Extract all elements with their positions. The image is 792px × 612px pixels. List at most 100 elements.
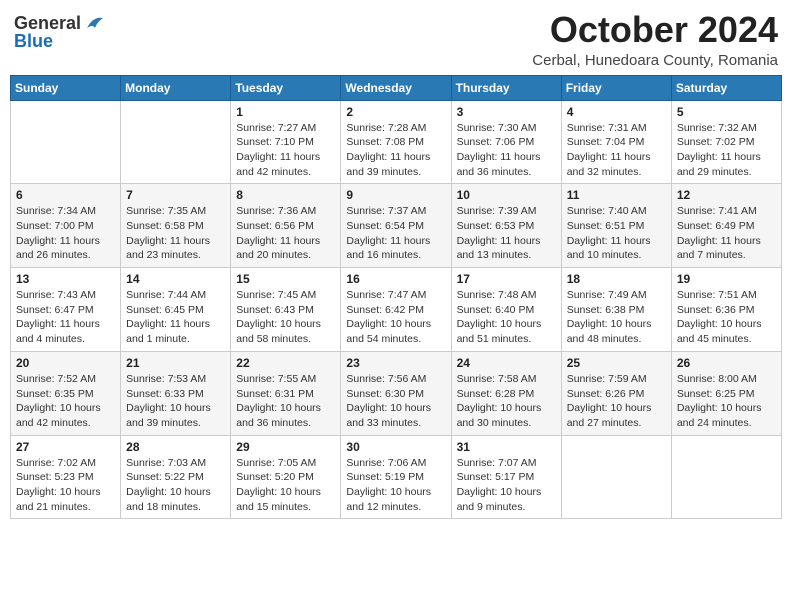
day-number: 6 bbox=[16, 188, 115, 202]
day-number: 5 bbox=[677, 105, 776, 119]
calendar-cell: 27Sunrise: 7:02 AM Sunset: 5:23 PM Dayli… bbox=[11, 435, 121, 519]
day-number: 14 bbox=[126, 272, 225, 286]
calendar-cell: 20 Sunrise: 7:52 AM Sunset: 6:35 PM Dayli… bbox=[11, 351, 121, 435]
day-info: Sunrise: 7:06 AM Sunset: 5:19 PM Dayligh… bbox=[346, 456, 445, 515]
day-number: 8 bbox=[236, 188, 335, 202]
calendar-cell: 21 Sunrise: 7:53 AM Sunset: 6:33 PM Dayli… bbox=[121, 351, 231, 435]
day-number: 19 bbox=[677, 272, 776, 286]
page-header: General Blue October 2024 Cerbal, Hunedo… bbox=[10, 10, 782, 69]
calendar-week-row: 13 Sunrise: 7:43 AM Sunset: 6:47 PM Dayli… bbox=[11, 268, 782, 352]
day-number: 30 bbox=[346, 440, 445, 454]
calendar-cell: 24Sunrise: 7:58 AM Sunset: 6:28 PM Dayli… bbox=[451, 351, 561, 435]
calendar-cell: 4Sunrise: 7:31 AM Sunset: 7:04 PM Daylig… bbox=[561, 100, 671, 184]
day-info: Sunrise: 7:51 AM Sunset: 6:36 PM Dayligh… bbox=[677, 288, 776, 347]
day-info: Sunrise: 7:03 AM Sunset: 5:22 PM Dayligh… bbox=[126, 456, 225, 515]
day-number: 12 bbox=[677, 188, 776, 202]
day-number: 16 bbox=[346, 272, 445, 286]
weekday-header-friday: Friday bbox=[561, 75, 671, 100]
day-number: 15 bbox=[236, 272, 335, 286]
day-number: 20 bbox=[16, 356, 115, 370]
month-title: October 2024 bbox=[532, 10, 778, 50]
calendar-cell: 30 Sunrise: 7:06 AM Sunset: 5:19 PM Dayli… bbox=[341, 435, 451, 519]
calendar-header-row: SundayMondayTuesdayWednesdayThursdayFrid… bbox=[11, 75, 782, 100]
weekday-header-saturday: Saturday bbox=[671, 75, 781, 100]
day-info: Sunrise: 7:27 AM Sunset: 7:10 PM Dayligh… bbox=[236, 121, 335, 180]
day-number: 11 bbox=[567, 188, 666, 202]
day-info: Sunrise: 7:53 AM Sunset: 6:33 PM Dayligh… bbox=[126, 372, 225, 431]
day-info: Sunrise: 7:44 AM Sunset: 6:45 PM Dayligh… bbox=[126, 288, 225, 347]
day-info: Sunrise: 8:00 AM Sunset: 6:25 PM Dayligh… bbox=[677, 372, 776, 431]
day-number: 23 bbox=[346, 356, 445, 370]
weekday-header-monday: Monday bbox=[121, 75, 231, 100]
calendar-cell: 10 Sunrise: 7:39 AM Sunset: 6:53 PM Dayli… bbox=[451, 184, 561, 268]
calendar-cell: 23 Sunrise: 7:56 AM Sunset: 6:30 PM Dayli… bbox=[341, 351, 451, 435]
calendar-cell: 6 Sunrise: 7:34 AM Sunset: 7:00 PM Daylig… bbox=[11, 184, 121, 268]
calendar-cell: 3Sunrise: 7:30 AM Sunset: 7:06 PM Daylig… bbox=[451, 100, 561, 184]
calendar-cell: 18Sunrise: 7:49 AM Sunset: 6:38 PM Dayli… bbox=[561, 268, 671, 352]
logo-general-text: General bbox=[14, 14, 81, 32]
logo: General Blue bbox=[14, 14, 105, 50]
calendar-cell: 2 Sunrise: 7:28 AM Sunset: 7:08 PM Daylig… bbox=[341, 100, 451, 184]
day-info: Sunrise: 7:55 AM Sunset: 6:31 PM Dayligh… bbox=[236, 372, 335, 431]
calendar-week-row: 27Sunrise: 7:02 AM Sunset: 5:23 PM Dayli… bbox=[11, 435, 782, 519]
day-info: Sunrise: 7:34 AM Sunset: 7:00 PM Dayligh… bbox=[16, 204, 115, 263]
calendar-cell: 28 Sunrise: 7:03 AM Sunset: 5:22 PM Dayli… bbox=[121, 435, 231, 519]
calendar-cell: 29Sunrise: 7:05 AM Sunset: 5:20 PM Dayli… bbox=[231, 435, 341, 519]
calendar-cell: 25 Sunrise: 7:59 AM Sunset: 6:26 PM Dayli… bbox=[561, 351, 671, 435]
day-info: Sunrise: 7:49 AM Sunset: 6:38 PM Dayligh… bbox=[567, 288, 666, 347]
weekday-header-tuesday: Tuesday bbox=[231, 75, 341, 100]
day-info: Sunrise: 7:47 AM Sunset: 6:42 PM Dayligh… bbox=[346, 288, 445, 347]
day-number: 9 bbox=[346, 188, 445, 202]
day-info: Sunrise: 7:28 AM Sunset: 7:08 PM Dayligh… bbox=[346, 121, 445, 180]
day-info: Sunrise: 7:39 AM Sunset: 6:53 PM Dayligh… bbox=[457, 204, 556, 263]
calendar-cell: 5 Sunrise: 7:32 AM Sunset: 7:02 PM Daylig… bbox=[671, 100, 781, 184]
day-number: 21 bbox=[126, 356, 225, 370]
calendar-cell: 31Sunrise: 7:07 AM Sunset: 5:17 PM Dayli… bbox=[451, 435, 561, 519]
day-info: Sunrise: 7:59 AM Sunset: 6:26 PM Dayligh… bbox=[567, 372, 666, 431]
day-info: Sunrise: 7:40 AM Sunset: 6:51 PM Dayligh… bbox=[567, 204, 666, 263]
day-number: 28 bbox=[126, 440, 225, 454]
day-number: 2 bbox=[346, 105, 445, 119]
day-number: 25 bbox=[567, 356, 666, 370]
calendar-cell: 15Sunrise: 7:45 AM Sunset: 6:43 PM Dayli… bbox=[231, 268, 341, 352]
day-info: Sunrise: 7:37 AM Sunset: 6:54 PM Dayligh… bbox=[346, 204, 445, 263]
day-info: Sunrise: 7:35 AM Sunset: 6:58 PM Dayligh… bbox=[126, 204, 225, 263]
calendar-cell: 22Sunrise: 7:55 AM Sunset: 6:31 PM Dayli… bbox=[231, 351, 341, 435]
day-info: Sunrise: 7:52 AM Sunset: 6:35 PM Dayligh… bbox=[16, 372, 115, 431]
location-subtitle: Cerbal, Hunedoara County, Romania bbox=[532, 52, 778, 69]
calendar-cell bbox=[671, 435, 781, 519]
weekday-header-sunday: Sunday bbox=[11, 75, 121, 100]
logo-blue-text: Blue bbox=[14, 32, 53, 50]
calendar-cell: 8 Sunrise: 7:36 AM Sunset: 6:56 PM Daylig… bbox=[231, 184, 341, 268]
day-number: 1 bbox=[236, 105, 335, 119]
calendar-cell: 14 Sunrise: 7:44 AM Sunset: 6:45 PM Dayli… bbox=[121, 268, 231, 352]
title-block: October 2024 Cerbal, Hunedoara County, R… bbox=[532, 10, 778, 69]
day-info: Sunrise: 7:32 AM Sunset: 7:02 PM Dayligh… bbox=[677, 121, 776, 180]
day-number: 17 bbox=[457, 272, 556, 286]
day-info: Sunrise: 7:56 AM Sunset: 6:30 PM Dayligh… bbox=[346, 372, 445, 431]
day-number: 13 bbox=[16, 272, 115, 286]
day-info: Sunrise: 7:41 AM Sunset: 6:49 PM Dayligh… bbox=[677, 204, 776, 263]
logo-bird-icon bbox=[83, 14, 105, 32]
day-number: 24 bbox=[457, 356, 556, 370]
calendar-table: SundayMondayTuesdayWednesdayThursdayFrid… bbox=[10, 75, 782, 520]
day-info: Sunrise: 7:02 AM Sunset: 5:23 PM Dayligh… bbox=[16, 456, 115, 515]
day-info: Sunrise: 7:43 AM Sunset: 6:47 PM Dayligh… bbox=[16, 288, 115, 347]
calendar-week-row: 20 Sunrise: 7:52 AM Sunset: 6:35 PM Dayli… bbox=[11, 351, 782, 435]
day-info: Sunrise: 7:05 AM Sunset: 5:20 PM Dayligh… bbox=[236, 456, 335, 515]
calendar-cell: 7Sunrise: 7:35 AM Sunset: 6:58 PM Daylig… bbox=[121, 184, 231, 268]
calendar-cell bbox=[561, 435, 671, 519]
calendar-cell: 16 Sunrise: 7:47 AM Sunset: 6:42 PM Dayli… bbox=[341, 268, 451, 352]
calendar-cell: 19 Sunrise: 7:51 AM Sunset: 6:36 PM Dayli… bbox=[671, 268, 781, 352]
calendar-cell: 9 Sunrise: 7:37 AM Sunset: 6:54 PM Daylig… bbox=[341, 184, 451, 268]
weekday-header-wednesday: Wednesday bbox=[341, 75, 451, 100]
day-number: 10 bbox=[457, 188, 556, 202]
calendar-week-row: 6 Sunrise: 7:34 AM Sunset: 7:00 PM Daylig… bbox=[11, 184, 782, 268]
day-info: Sunrise: 7:48 AM Sunset: 6:40 PM Dayligh… bbox=[457, 288, 556, 347]
calendar-cell: 13 Sunrise: 7:43 AM Sunset: 6:47 PM Dayli… bbox=[11, 268, 121, 352]
day-info: Sunrise: 7:36 AM Sunset: 6:56 PM Dayligh… bbox=[236, 204, 335, 263]
calendar-cell: 1 Sunrise: 7:27 AM Sunset: 7:10 PM Daylig… bbox=[231, 100, 341, 184]
calendar-cell: 12 Sunrise: 7:41 AM Sunset: 6:49 PM Dayli… bbox=[671, 184, 781, 268]
calendar-cell: 17 Sunrise: 7:48 AM Sunset: 6:40 PM Dayli… bbox=[451, 268, 561, 352]
calendar-cell: 26Sunrise: 8:00 AM Sunset: 6:25 PM Dayli… bbox=[671, 351, 781, 435]
